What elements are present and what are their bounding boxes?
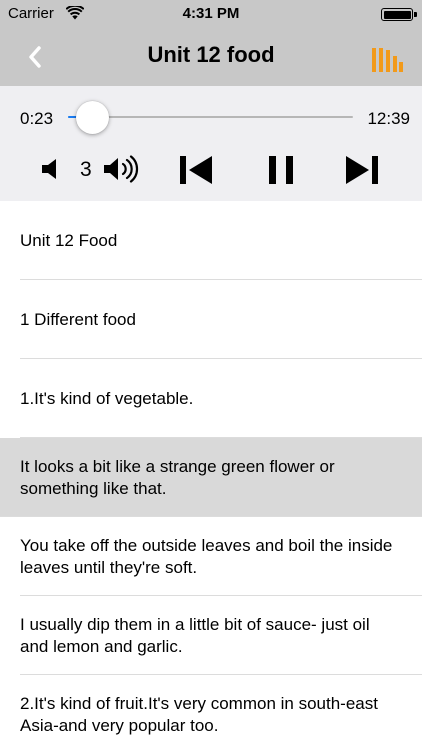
chevron-left-icon	[29, 46, 41, 68]
total-time: 12:39	[367, 109, 410, 128]
next-track-icon[interactable]	[344, 154, 380, 186]
previous-track-icon[interactable]	[178, 154, 214, 186]
page-title: Unit 12 food	[147, 42, 275, 67]
list-item-text: You take off the outside leaves and boil…	[20, 535, 393, 577]
volume-down-icon[interactable]	[40, 157, 62, 181]
list-item-text: 2.It's kind of fruit.It's very common in…	[20, 693, 378, 735]
playlist-button[interactable]	[370, 42, 404, 76]
status-bar: Carrier 4:31 PM	[0, 0, 422, 28]
list-item[interactable]: 1.It's kind of vegetable.	[0, 359, 422, 438]
playlist-bars-icon	[372, 48, 403, 72]
back-button[interactable]	[18, 40, 52, 74]
battery-full-icon	[381, 8, 417, 21]
volume-level: 3	[80, 158, 92, 181]
navigation-bar: Unit 12 food	[0, 28, 422, 86]
list-item[interactable]: 1 Different food	[0, 280, 422, 359]
list-item[interactable]: I usually dip them in a little bit of sa…	[0, 596, 422, 675]
volume-up-icon[interactable]	[102, 155, 142, 183]
list-item-text: It looks a bit like a strange green flow…	[20, 456, 335, 498]
progress-slider-thumb[interactable]	[76, 101, 109, 134]
progress-track[interactable]	[68, 116, 353, 118]
list-item-text: I usually dip them in a little bit of sa…	[20, 614, 370, 656]
pause-icon[interactable]	[266, 154, 296, 186]
audio-player: 0:23 12:39 3	[0, 86, 422, 201]
list-item-text: Unit 12 Food	[20, 230, 118, 250]
list-item-text: 1 Different food	[20, 309, 136, 329]
list-item[interactable]: You take off the outside leaves and boil…	[0, 517, 422, 596]
current-time: 0:23	[20, 109, 54, 128]
list-item-selected[interactable]: It looks a bit like a strange green flow…	[0, 438, 422, 517]
list-item-text: 1.It's kind of vegetable.	[20, 388, 194, 408]
transcript-list: Unit 12 Food 1 Different food 1.It's kin…	[0, 201, 422, 750]
list-item[interactable]: Unit 12 Food	[0, 201, 422, 280]
status-time: 4:31 PM	[182, 5, 240, 22]
list-item[interactable]: 2.It's kind of fruit.It's very common in…	[0, 675, 422, 750]
